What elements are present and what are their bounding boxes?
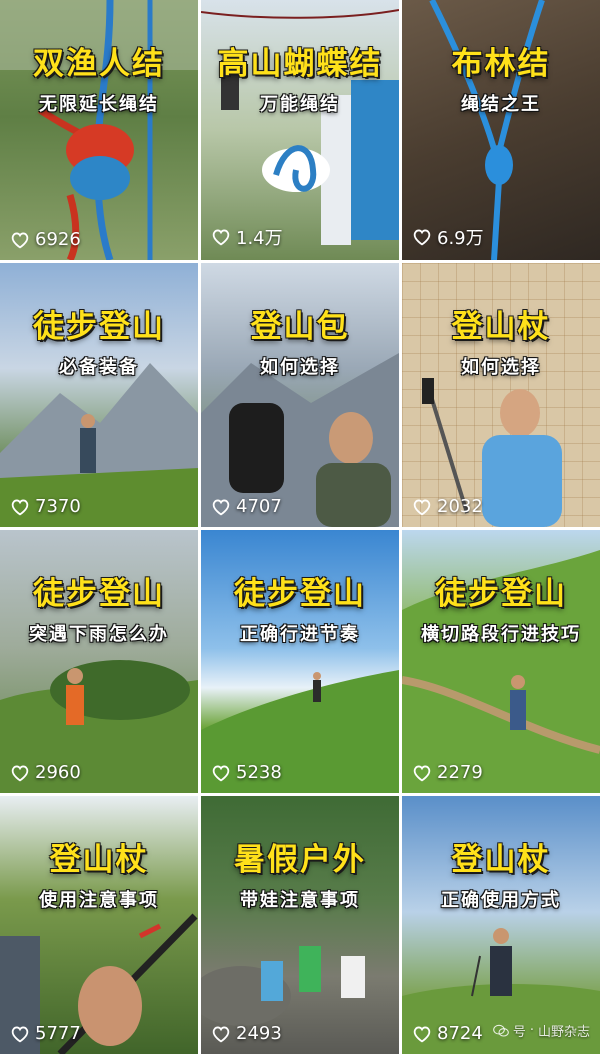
card-subtitle: 必备装备 [59, 357, 139, 378]
card-subtitle: 如何选择 [260, 357, 340, 378]
card-subtitle: 万能绳结 [260, 94, 340, 115]
heart-outline-icon [212, 229, 230, 246]
video-card-10[interactable]: 登山杖 使用注意事项 5777 [0, 796, 198, 1054]
video-card-6[interactable]: 登山杖 如何选择 2032 [402, 263, 600, 527]
card-title: 登山杖 [451, 309, 551, 345]
heart-outline-icon [11, 499, 29, 515]
heart-outline-icon [413, 499, 431, 515]
video-card-12[interactable]: 登山杖 正确使用方式 8724 号 · 山野杂志 [402, 796, 600, 1054]
like-count: 4707 [211, 496, 282, 517]
watermark-prefix: 号 [512, 1025, 526, 1040]
like-count-value: 4707 [236, 496, 282, 517]
like-count-value: 6.9万 [437, 228, 484, 249]
like-count-value: 8724 [437, 1023, 483, 1044]
like-count-value: 5777 [35, 1023, 81, 1044]
like-count: 5777 [10, 1023, 81, 1044]
video-card-2[interactable]: 高山蝴蝶结 万能绳结 1.4万 [201, 0, 399, 260]
like-count: 6.9万 [412, 224, 484, 250]
card-subtitle: 使用注意事项 [39, 890, 159, 911]
heart-outline-icon [212, 1026, 230, 1042]
card-subtitle: 无限延长绳结 [39, 94, 159, 115]
video-card-1[interactable]: 双渔人结 无限延长绳结 6926 [0, 0, 198, 260]
card-subtitle: 横切路段行进技巧 [421, 624, 581, 645]
like-count: 2960 [10, 762, 81, 783]
like-count: 1.4万 [211, 224, 283, 250]
like-count-value: 5238 [236, 762, 282, 783]
card-title: 徒步登山 [33, 576, 165, 612]
card-title: 登山包 [250, 309, 350, 345]
card-subtitle: 正确使用方式 [441, 890, 561, 911]
wechat-icon [492, 1024, 509, 1038]
video-card-7[interactable]: 徒步登山 突遇下雨怎么办 2960 [0, 530, 198, 793]
like-count: 2279 [412, 762, 483, 783]
like-count-value: 2493 [236, 1023, 282, 1044]
heart-outline-icon [212, 499, 230, 515]
card-subtitle: 突遇下雨怎么办 [29, 624, 169, 645]
card-subtitle: 绳结之王 [461, 94, 541, 115]
like-count-value: 2960 [35, 762, 81, 783]
card-title: 徒步登山 [435, 576, 567, 612]
watermark: 号 · 山野杂志 [492, 1021, 590, 1040]
like-count-value: 2279 [437, 762, 483, 783]
like-count: 5238 [211, 762, 282, 783]
card-title: 登山杖 [49, 842, 149, 878]
like-count-value: 1.4万 [236, 228, 283, 249]
video-card-8[interactable]: 徒步登山 正确行进节奏 5238 [201, 530, 399, 793]
card-title: 暑假户外 [234, 842, 366, 878]
like-count: 8724 [412, 1023, 483, 1044]
card-title: 登山杖 [451, 842, 551, 878]
card-subtitle: 如何选择 [461, 357, 541, 378]
heart-outline-icon [413, 1026, 431, 1042]
card-title: 高山蝴蝶结 [217, 46, 383, 82]
card-title: 双渔人结 [33, 46, 165, 82]
card-title: 徒步登山 [234, 576, 366, 612]
like-count-value: 2032 [437, 496, 483, 517]
heart-outline-icon [413, 229, 431, 246]
video-grid: 双渔人结 无限延长绳结 6926 高山蝴蝶结 万能绳结 1.4万 布林结 绳结之… [0, 0, 600, 1054]
card-title: 布林结 [451, 46, 551, 82]
card-subtitle: 带娃注意事项 [240, 890, 360, 911]
heart-outline-icon [11, 232, 29, 248]
like-count-value: 6926 [35, 229, 81, 250]
like-count: 2493 [211, 1023, 282, 1044]
like-count-value: 7370 [35, 496, 81, 517]
card-title: 徒步登山 [33, 309, 165, 345]
like-count: 6926 [10, 229, 81, 250]
like-count: 2032 [412, 496, 483, 517]
heart-outline-icon [413, 765, 431, 781]
heart-outline-icon [11, 1026, 29, 1042]
card-subtitle: 正确行进节奏 [240, 624, 360, 645]
heart-outline-icon [212, 765, 230, 781]
video-card-3[interactable]: 布林结 绳结之王 6.9万 [402, 0, 600, 260]
heart-outline-icon [11, 765, 29, 781]
watermark-name: 山野杂志 [537, 1025, 590, 1040]
video-card-9[interactable]: 徒步登山 横切路段行进技巧 2279 [402, 530, 600, 793]
video-card-4[interactable]: 徒步登山 必备装备 7370 [0, 263, 198, 527]
watermark-dot: · [529, 1023, 534, 1038]
video-card-5[interactable]: 登山包 如何选择 4707 [201, 263, 399, 527]
like-count: 7370 [10, 496, 81, 517]
video-card-11[interactable]: 暑假户外 带娃注意事项 2493 [201, 796, 399, 1054]
